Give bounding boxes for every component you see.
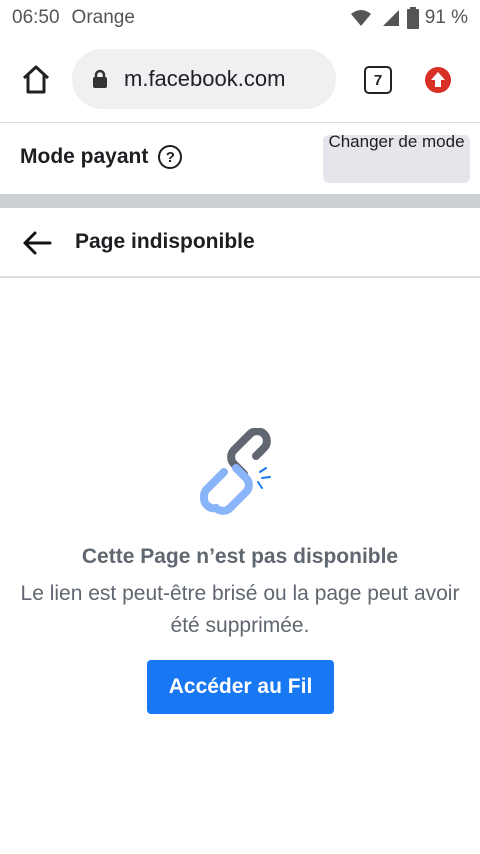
tabs-button[interactable]: 7 <box>364 66 392 94</box>
change-mode-button[interactable]: Changer de mode <box>323 135 470 183</box>
help-icon[interactable]: ? <box>158 145 183 169</box>
back-arrow-icon <box>23 231 52 255</box>
lock-icon <box>93 69 107 88</box>
battery-level: 91 % <box>424 7 468 28</box>
signal-icon <box>382 10 399 26</box>
status-time: 06:50 <box>12 7 60 28</box>
status-right: 91 % <box>349 7 468 29</box>
battery-icon <box>406 7 419 29</box>
change-mode-label: Changer de mode <box>328 135 465 151</box>
url-bar[interactable]: m.facebook.com <box>72 49 336 109</box>
go-to-feed-button[interactable]: Accéder au Fil <box>147 660 334 714</box>
update-button[interactable] <box>424 66 452 94</box>
wifi-icon <box>350 10 371 26</box>
browser-toolbar: m.facebook.com 7 <box>0 36 480 122</box>
status-left: 06:50 Orange <box>12 7 135 29</box>
home-icon <box>22 65 50 94</box>
broken-link-icon <box>196 427 284 518</box>
status-carrier: Orange <box>71 7 135 28</box>
data-mode-banner: Mode payant ? Changer de mode <box>0 122 480 194</box>
back-button[interactable] <box>22 230 52 256</box>
tab-count: 7 <box>373 71 383 89</box>
page-header: Page indisponible <box>0 208 480 278</box>
mode-title: Mode payant ? <box>20 145 183 169</box>
error-title: Cette Page n’est pas disponible <box>81 545 399 568</box>
separator <box>0 194 480 208</box>
status-bar: 06:50 Orange 91 % <box>0 0 480 36</box>
mode-label: Mode payant <box>20 145 149 168</box>
home-button[interactable] <box>18 62 54 98</box>
update-icon <box>425 67 451 93</box>
error-description: Le lien est peut-être brisé ou la page p… <box>20 582 460 637</box>
page-title: Page indisponible <box>75 230 255 253</box>
url-text: m.facebook.com <box>124 66 286 91</box>
go-to-feed-label: Accéder au Fil <box>168 675 313 698</box>
